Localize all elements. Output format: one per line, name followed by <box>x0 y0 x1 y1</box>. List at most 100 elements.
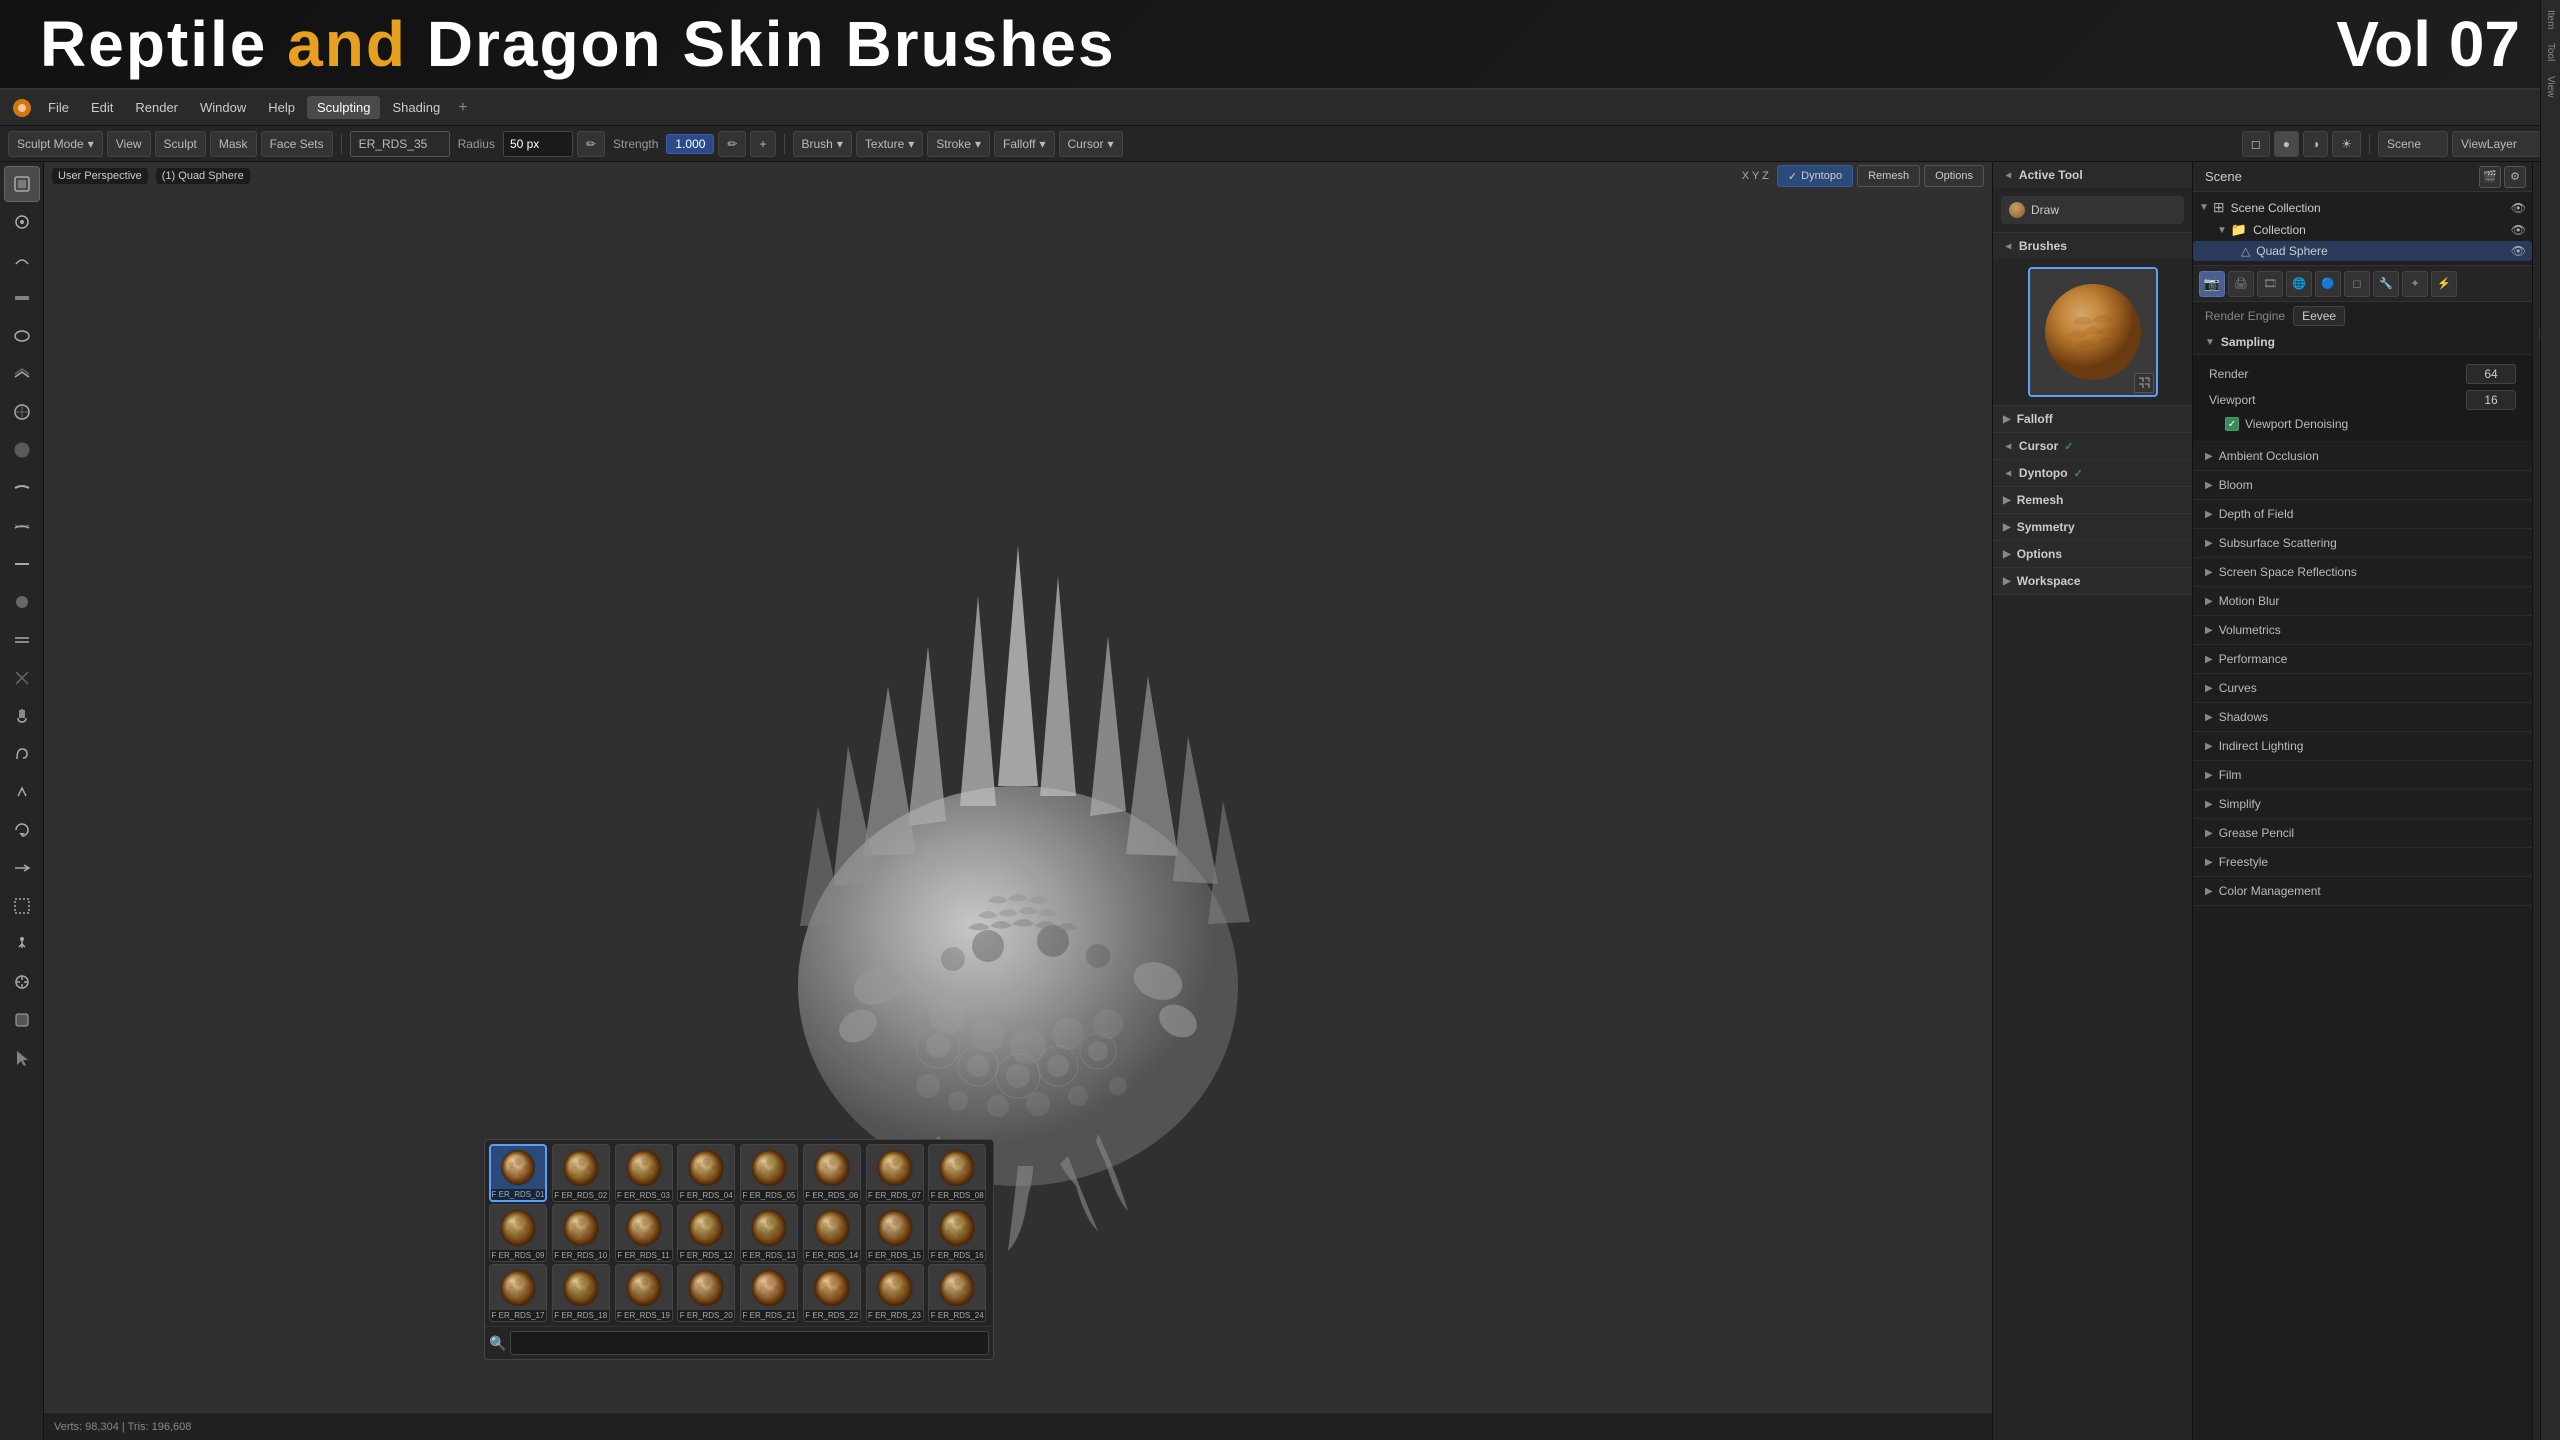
brush-thumb-9[interactable]: F ER_RDS_09 <box>489 1204 547 1262</box>
brush-thumb-7[interactable]: F ER_RDS_07 <box>866 1144 924 1202</box>
render-engine-dropdown[interactable]: Eevee <box>2293 306 2345 326</box>
camera-render-icon-btn[interactable]: 📷 <box>2199 271 2225 297</box>
brush-thumb-20[interactable]: F ER_RDS_20 <box>677 1264 735 1322</box>
sculpt-dropdown[interactable]: Sculpt <box>155 131 206 157</box>
physics-icon-btn[interactable]: ⚡ <box>2431 271 2457 297</box>
output-icon-btn[interactable]: 🖨 <box>2228 271 2254 297</box>
brush-thumb-17[interactable]: F ER_RDS_17 <box>489 1264 547 1322</box>
brush-thumb-11[interactable]: F ER_RDS_11 <box>615 1204 673 1262</box>
sculpt-mode-dropdown[interactable]: Sculpt Mode ▾ <box>8 131 103 157</box>
tool-cursor[interactable] <box>4 1040 40 1076</box>
tool-smooth[interactable] <box>4 508 40 544</box>
render-section-header-6[interactable]: ▶Volumetrics <box>2193 616 2532 644</box>
tool-draw[interactable] <box>4 204 40 240</box>
menu-item-help[interactable]: Help <box>258 96 305 119</box>
menu-item-render[interactable]: Render <box>125 96 188 119</box>
menu-item-file[interactable]: File <box>38 96 79 119</box>
falloff-header[interactable]: ▶ Falloff <box>1993 406 2192 432</box>
render-section-header-13[interactable]: ▶Grease Pencil <box>2193 819 2532 847</box>
tool-scrape[interactable] <box>4 622 40 658</box>
view-dropdown[interactable]: View <box>107 131 151 157</box>
add-strength-btn[interactable]: + <box>750 131 775 157</box>
texture-dropdown[interactable]: Texture▾ <box>856 131 923 157</box>
scene-props-icon-btn[interactable]: 🌐 <box>2286 271 2312 297</box>
mask-dropdown[interactable]: Mask <box>210 131 257 157</box>
render-section-header-4[interactable]: ▶Screen Space Reflections <box>2193 558 2532 586</box>
brush-thumb-24[interactable]: F ER_RDS_24 <box>928 1264 986 1322</box>
brush-thumb-4[interactable]: F ER_RDS_04 <box>677 1144 735 1202</box>
menu-item-shading[interactable]: Shading <box>382 96 450 119</box>
tool-crease[interactable] <box>4 470 40 506</box>
render-section-header-10[interactable]: ▶Indirect Lighting <box>2193 732 2532 760</box>
tool-inflate[interactable] <box>4 394 40 430</box>
brush-thumb-22[interactable]: F ER_RDS_22 <box>803 1264 861 1322</box>
brush-thumb-14[interactable]: F ER_RDS_14 <box>803 1204 861 1262</box>
brush-thumb-18[interactable]: F ER_RDS_18 <box>552 1264 610 1322</box>
view-layer-icon-btn[interactable]: 🎞 <box>2257 271 2283 297</box>
render-section-header-1[interactable]: ▶Bloom <box>2193 471 2532 499</box>
brush-prev-expand[interactable] <box>2134 373 2154 393</box>
tool-clay[interactable] <box>4 242 40 278</box>
tool-select[interactable] <box>4 166 40 202</box>
brush-thumb-12[interactable]: F ER_RDS_12 <box>677 1204 735 1262</box>
tool-pose[interactable] <box>4 926 40 962</box>
object-icon-btn[interactable]: ◻ <box>2344 271 2370 297</box>
viewport-shading-wire[interactable]: ◻ <box>2242 131 2270 157</box>
brush-dropdown[interactable]: Brush▾ <box>793 131 852 157</box>
brush-thumb-10[interactable]: F ER_RDS_10 <box>552 1204 610 1262</box>
brush-thumb-13[interactable]: F ER_RDS_13 <box>740 1204 798 1262</box>
remesh-header[interactable]: ▶ Remesh <box>1993 487 2192 513</box>
collection-item[interactable]: ▼ 📁 Collection 👁 <box>2193 219 2532 241</box>
stroke-dropdown[interactable]: Stroke▾ <box>927 131 990 157</box>
brush-thumb-5[interactable]: F ER_RDS_05 <box>740 1144 798 1202</box>
viewport-samples-value[interactable]: 16 <box>2466 390 2516 410</box>
brush-thumb-1[interactable]: F ER_RDS_01 <box>489 1144 547 1202</box>
brush-thumb-16[interactable]: F ER_RDS_16 <box>928 1204 986 1262</box>
viewport-denoising-checkbox[interactable]: ✓ <box>2225 417 2239 431</box>
viewport-shading-render[interactable]: ☀ <box>2332 131 2361 157</box>
active-tool-header[interactable]: ▼ Active Tool <box>1993 162 2192 188</box>
render-section-header-5[interactable]: ▶Motion Blur <box>2193 587 2532 615</box>
render-section-header-11[interactable]: ▶Film <box>2193 761 2532 789</box>
render-section-header-14[interactable]: ▶Freestyle <box>2193 848 2532 876</box>
render-section-header-2[interactable]: ▶Depth of Field <box>2193 500 2532 528</box>
viewport-shading-solid[interactable]: ● <box>2274 131 2299 157</box>
add-workspace-button[interactable]: + <box>452 99 473 117</box>
tool-blob[interactable] <box>4 432 40 468</box>
options-header[interactable]: ▶ Options <box>1993 541 2192 567</box>
symmetry-header[interactable]: ▶ Symmetry <box>1993 514 2192 540</box>
world-icon-btn[interactable]: 🔵 <box>2315 271 2341 297</box>
brush-thumb-2[interactable]: F ER_RDS_02 <box>552 1144 610 1202</box>
sampling-header[interactable]: ▼ Sampling <box>2193 330 2532 355</box>
brush-thumb-21[interactable]: F ER_RDS_21 <box>740 1264 798 1322</box>
tool-pinch[interactable] <box>4 660 40 696</box>
brush-thumb-15[interactable]: F ER_RDS_15 <box>866 1204 924 1262</box>
tool-thumb[interactable] <box>4 774 40 810</box>
tool-nudge[interactable] <box>4 964 40 1000</box>
brush-thumb-23[interactable]: F ER_RDS_23 <box>866 1264 924 1322</box>
brush-thumb-6[interactable]: F ER_RDS_06 <box>803 1144 861 1202</box>
workspace-header[interactable]: ▶ Workspace <box>1993 568 2192 594</box>
tool-clay-strips[interactable] <box>4 280 40 316</box>
tool-layer[interactable] <box>4 356 40 392</box>
dyntopo-header[interactable]: ▼ Dyntopo ✓ <box>1993 460 2192 486</box>
render-section-header-3[interactable]: ▶Subsurface Scattering <box>2193 529 2532 557</box>
tool-rotate[interactable] <box>4 812 40 848</box>
cursor-dropdown[interactable]: Cursor▾ <box>1059 131 1123 157</box>
tool-snake-hook[interactable] <box>4 736 40 772</box>
tool-clay-thumb[interactable] <box>4 318 40 354</box>
tool-boundary[interactable] <box>4 888 40 924</box>
menu-item-sculpting[interactable]: Sculpting <box>307 96 380 119</box>
render-samples-value[interactable]: 64 <box>2466 364 2516 384</box>
brush-thumb-19[interactable]: F ER_RDS_19 <box>615 1264 673 1322</box>
scene-icon-btn[interactable]: 🎬 <box>2479 166 2501 188</box>
modifier-icon-btn[interactable]: 🔧 <box>2373 271 2399 297</box>
coll-eye[interactable]: 👁 <box>2511 223 2526 237</box>
menu-item-edit[interactable]: Edit <box>81 96 123 119</box>
tool-fill[interactable] <box>4 584 40 620</box>
falloff-dropdown[interactable]: Falloff▾ <box>994 131 1055 157</box>
brush-search-input[interactable] <box>510 1331 989 1355</box>
render-section-header-8[interactable]: ▶Curves <box>2193 674 2532 702</box>
tool-grab[interactable] <box>4 698 40 734</box>
particles-icon-btn[interactable]: ✦ <box>2402 271 2428 297</box>
